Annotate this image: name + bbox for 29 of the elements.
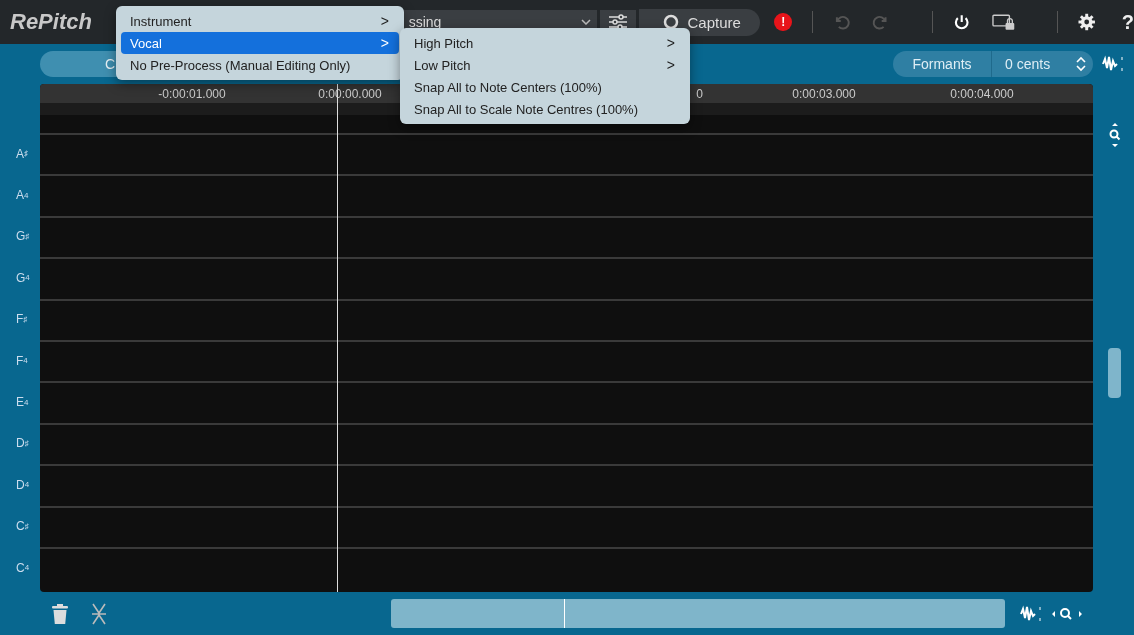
note-label: A$^{♯}$	[15, 145, 29, 163]
note-label: F$^{♯}$	[15, 311, 29, 329]
waveform-height-icon[interactable]	[1101, 54, 1125, 74]
help-button[interactable]: ?	[1121, 10, 1134, 34]
time-label: -0:00:01.000	[157, 86, 227, 101]
time-label: 0:00:03.000	[791, 86, 857, 101]
time-label: 0:00:04.000	[949, 86, 1015, 101]
stepper-icon[interactable]	[1075, 55, 1087, 73]
alert-badge[interactable]: !	[774, 13, 792, 31]
zoom-icon[interactable]	[1051, 605, 1083, 622]
settings-icon[interactable]	[1078, 13, 1096, 31]
split-icon[interactable]	[91, 602, 107, 625]
menu-item[interactable]: Low Pitch >	[405, 54, 685, 76]
menu-item[interactable]: Snap All to Note Centers (100%)	[405, 76, 685, 98]
menu-item[interactable]: Instrument >	[121, 10, 399, 32]
screen-lock-icon[interactable]	[992, 13, 1016, 31]
app-logo: RePitch	[10, 9, 93, 35]
scrollbar-thumb[interactable]	[1108, 348, 1121, 398]
note-label: D$^{♯}$	[15, 435, 30, 453]
note-label: G$^{♯}$	[15, 228, 31, 246]
zoom-icon[interactable]	[1107, 122, 1122, 148]
formants-control[interactable]: Formants 0 cents	[893, 51, 1093, 77]
note-label: C$^{♯}$	[15, 518, 30, 536]
circle-icon	[663, 14, 680, 30]
menu-item[interactable]: Snap All to Scale Note Centres (100%)	[405, 98, 685, 120]
chevron-down-icon	[580, 19, 591, 25]
power-icon[interactable]	[952, 13, 971, 31]
menu-item[interactable]: Vocal >	[121, 32, 399, 54]
trash-icon[interactable]	[51, 603, 69, 624]
